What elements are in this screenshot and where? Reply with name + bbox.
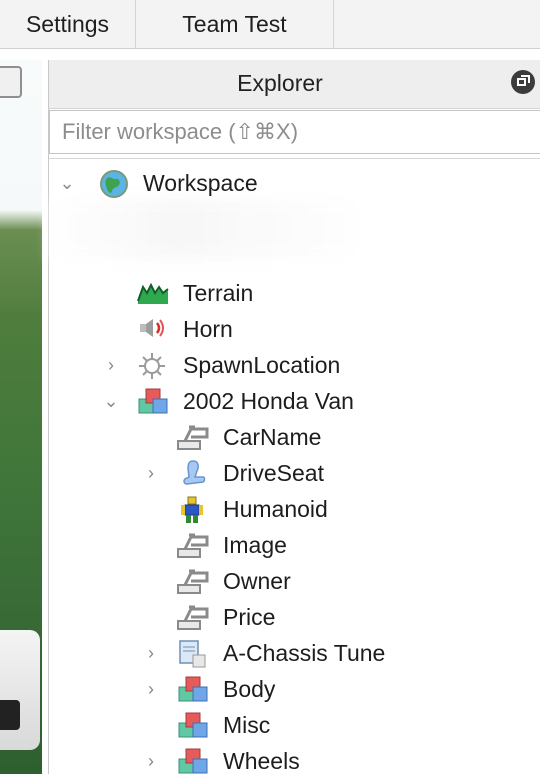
model-icon xyxy=(177,747,208,775)
globe-icon xyxy=(99,169,129,198)
tab-settings[interactable]: Settings xyxy=(0,0,136,48)
tree-item-label: A-Chassis Tune xyxy=(223,640,386,666)
spawn-icon xyxy=(137,351,167,379)
tree-item-label: SpawnLocation xyxy=(183,352,341,378)
restore-window-icon[interactable] xyxy=(511,70,535,94)
explorer-header: Explorer xyxy=(49,60,540,109)
chevron-right-icon[interactable]: › xyxy=(141,463,161,483)
tree-item-label: Owner xyxy=(223,568,291,594)
tree-item-image[interactable]: Image xyxy=(49,527,540,563)
tree-item-2002-honda-van[interactable]: ⌄ 2002 Honda Van xyxy=(49,383,540,419)
tree-item-label: Wheels xyxy=(223,748,300,774)
value-icon xyxy=(177,531,209,559)
tree-item-price[interactable]: Price xyxy=(49,599,540,635)
value-icon xyxy=(177,423,209,451)
tree-item-owner[interactable]: Owner xyxy=(49,563,540,599)
explorer-title: Explorer xyxy=(237,69,323,96)
model-icon xyxy=(177,711,208,739)
tree-item-label: CarName xyxy=(223,424,322,450)
tree-item-carname[interactable]: CarName xyxy=(49,419,540,455)
tree-item-label: 2002 Honda Van xyxy=(183,388,354,414)
script-module-icon xyxy=(177,639,207,668)
tree-item-label: Horn xyxy=(183,316,233,342)
value-icon xyxy=(177,567,209,595)
tree-item-misc[interactable]: Misc xyxy=(49,707,540,743)
3d-viewport[interactable] xyxy=(0,60,42,774)
chevron-down-icon[interactable]: ⌄ xyxy=(101,391,121,411)
tree-item-horn[interactable]: Horn xyxy=(49,311,540,347)
model-icon xyxy=(177,675,208,703)
viewport-button[interactable] xyxy=(0,66,22,98)
blurred-row xyxy=(49,199,369,259)
tree-item-label: Misc xyxy=(223,712,271,738)
chevron-right-icon[interactable]: › xyxy=(141,643,161,663)
tree-item-spawnlocation[interactable]: › SpawnLocation xyxy=(49,347,540,383)
tree-item-label: Price xyxy=(223,604,276,630)
tree-item-workspace[interactable]: ⌄ Workspace xyxy=(49,165,540,201)
tree-item-label: Terrain xyxy=(183,280,254,306)
seat-icon xyxy=(177,459,207,487)
tree-item-terrain[interactable]: Terrain xyxy=(49,275,540,311)
tree-item-label: Humanoid xyxy=(223,496,328,522)
tree-item-driveseat[interactable]: › DriveSeat xyxy=(49,455,540,491)
tree-item-label: Body xyxy=(223,676,276,702)
tree-item-label: Workspace xyxy=(143,170,258,196)
tree-item-body[interactable]: › Body xyxy=(49,671,540,707)
top-tab-bar: Settings Team Test xyxy=(0,0,540,49)
value-icon xyxy=(177,603,209,631)
tree-item-label: DriveSeat xyxy=(223,460,324,486)
explorer-panel: Explorer ⌄ Workspace Terrain Horn › SpawnLoca… xyxy=(48,60,540,774)
filter-input[interactable] xyxy=(50,111,540,153)
chevron-down-icon[interactable]: ⌄ xyxy=(57,173,77,193)
sound-icon xyxy=(137,315,167,343)
tree-item-humanoid[interactable]: Humanoid xyxy=(49,491,540,527)
chevron-right-icon[interactable]: › xyxy=(141,751,161,771)
humanoid-icon xyxy=(177,495,207,523)
chevron-right-icon[interactable]: › xyxy=(101,355,121,375)
tree-item-a-chassis-tune[interactable]: › A-Chassis Tune xyxy=(49,635,540,671)
tab-team-test[interactable]: Team Test xyxy=(136,0,334,48)
chevron-right-icon[interactable]: › xyxy=(141,679,161,699)
viewport-car xyxy=(0,630,40,750)
explorer-tree: ⌄ Workspace Terrain Horn › SpawnLocation ⌄ 2002… xyxy=(49,158,540,775)
terrain-icon xyxy=(137,279,169,307)
model-icon xyxy=(137,387,168,415)
tree-item-label: Image xyxy=(223,532,287,558)
filter-workspace[interactable] xyxy=(49,110,540,154)
